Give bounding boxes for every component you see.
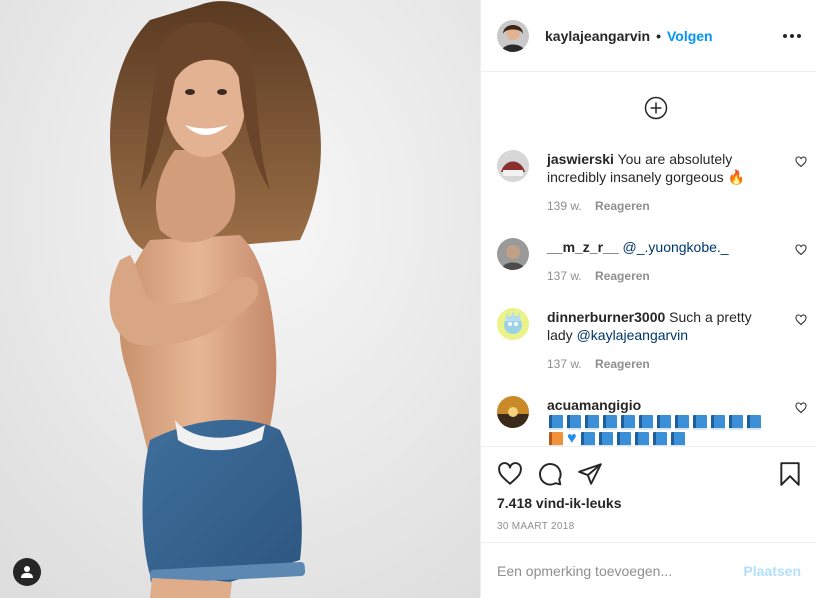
blue-book-emoji [675, 415, 689, 430]
separator-dot: • [656, 27, 661, 44]
blue-book-emoji [657, 415, 671, 430]
comment-time[interactable]: 137 w. [547, 269, 582, 283]
reply-button[interactable]: Reageren [595, 269, 650, 283]
share-paper-plane-icon[interactable] [577, 461, 603, 487]
comment-mention[interactable]: @_.yuongkobe._ [623, 239, 729, 255]
more-horizontal-icon[interactable] [783, 33, 801, 38]
comment-time[interactable]: 139 w. [547, 199, 582, 213]
blue-book-emoji [634, 432, 649, 446]
blue-book-emoji [567, 415, 581, 430]
blue-book-emoji [693, 415, 707, 430]
comment-avatar[interactable] [497, 308, 529, 340]
blue-book-emoji [729, 415, 743, 430]
comment-bubble-icon[interactable] [537, 461, 563, 487]
comment-item: dinnerburner3000 Such a pretty lady @kay… [497, 308, 807, 373]
comment-item: __m_z_r__ @_.yuongkobe._ 137 w. Reageren [497, 238, 807, 285]
like-heart-icon[interactable] [497, 461, 523, 487]
comment-avatar[interactable] [497, 238, 529, 270]
comments-list[interactable]: jaswierski You are absolutely incredibly… [481, 72, 816, 446]
blue-book-emoji [652, 432, 667, 446]
comment-emoji-text: ♥ [547, 414, 775, 446]
reply-button[interactable]: Reageren [595, 199, 650, 213]
likes-count[interactable]: 7.418 vind-ik-leuks [497, 495, 622, 511]
reply-button[interactable]: Reageren [595, 357, 650, 371]
post-side-panel: kaylajeangarvin • Volgen jaswierski You … [480, 0, 816, 598]
comment-item: jaswierski You are absolutely incredibly… [497, 150, 807, 215]
add-comment-bar: Plaatsen [481, 542, 816, 598]
orange-book-emoji [549, 432, 563, 446]
blue-book-emoji [747, 415, 761, 430]
blue-book-emoji [639, 415, 653, 430]
comment-input[interactable] [497, 562, 744, 579]
comment-username[interactable]: __m_z_r__ [547, 239, 619, 255]
post-header: kaylajeangarvin • Volgen [481, 0, 816, 72]
tagged-users-button[interactable] [13, 558, 41, 586]
author-avatar[interactable] [497, 19, 529, 52]
load-more-comments-icon[interactable] [644, 96, 668, 120]
blue-book-emoji [711, 415, 725, 430]
person-icon [21, 566, 33, 578]
blue-book-emoji [598, 432, 613, 446]
follow-button[interactable]: Volgen [667, 28, 713, 44]
like-comment-heart-icon[interactable] [795, 402, 807, 414]
blue-book-emoji [621, 415, 635, 430]
comment-time[interactable]: 137 w. [547, 357, 582, 371]
blue-book-emoji [549, 415, 563, 430]
post-actions: 7.418 vind-ik-leuks 30 MAART 2018 [481, 446, 816, 542]
like-comment-heart-icon[interactable] [795, 314, 807, 326]
comment-username[interactable]: jaswierski [547, 151, 614, 167]
blue-book-emoji [585, 415, 599, 430]
comment-username[interactable]: dinnerburner3000 [547, 309, 665, 325]
comment-item: acuamangigio ♥ [497, 396, 807, 446]
blue-book-emoji [580, 432, 595, 446]
comment-username[interactable]: acuamangigio [547, 397, 641, 413]
post-comment-button[interactable]: Plaatsen [743, 563, 801, 579]
blue-book-emoji [603, 415, 617, 430]
post-photo[interactable] [0, 0, 480, 598]
like-comment-heart-icon[interactable] [795, 156, 807, 168]
comment-avatar[interactable] [497, 396, 529, 428]
comment-mention[interactable]: @kaylajeangarvin [577, 327, 689, 343]
blue-book-emoji [616, 432, 631, 446]
post-image [0, 0, 480, 598]
blue-book-emoji [670, 432, 685, 446]
post-date[interactable]: 30 MAART 2018 [497, 521, 574, 532]
like-comment-heart-icon[interactable] [795, 244, 807, 256]
comment-avatar[interactable] [497, 150, 529, 182]
save-bookmark-icon[interactable] [777, 461, 803, 487]
blue-heart-emoji: ♥ [567, 430, 577, 447]
author-username[interactable]: kaylajeangarvin [545, 28, 650, 44]
